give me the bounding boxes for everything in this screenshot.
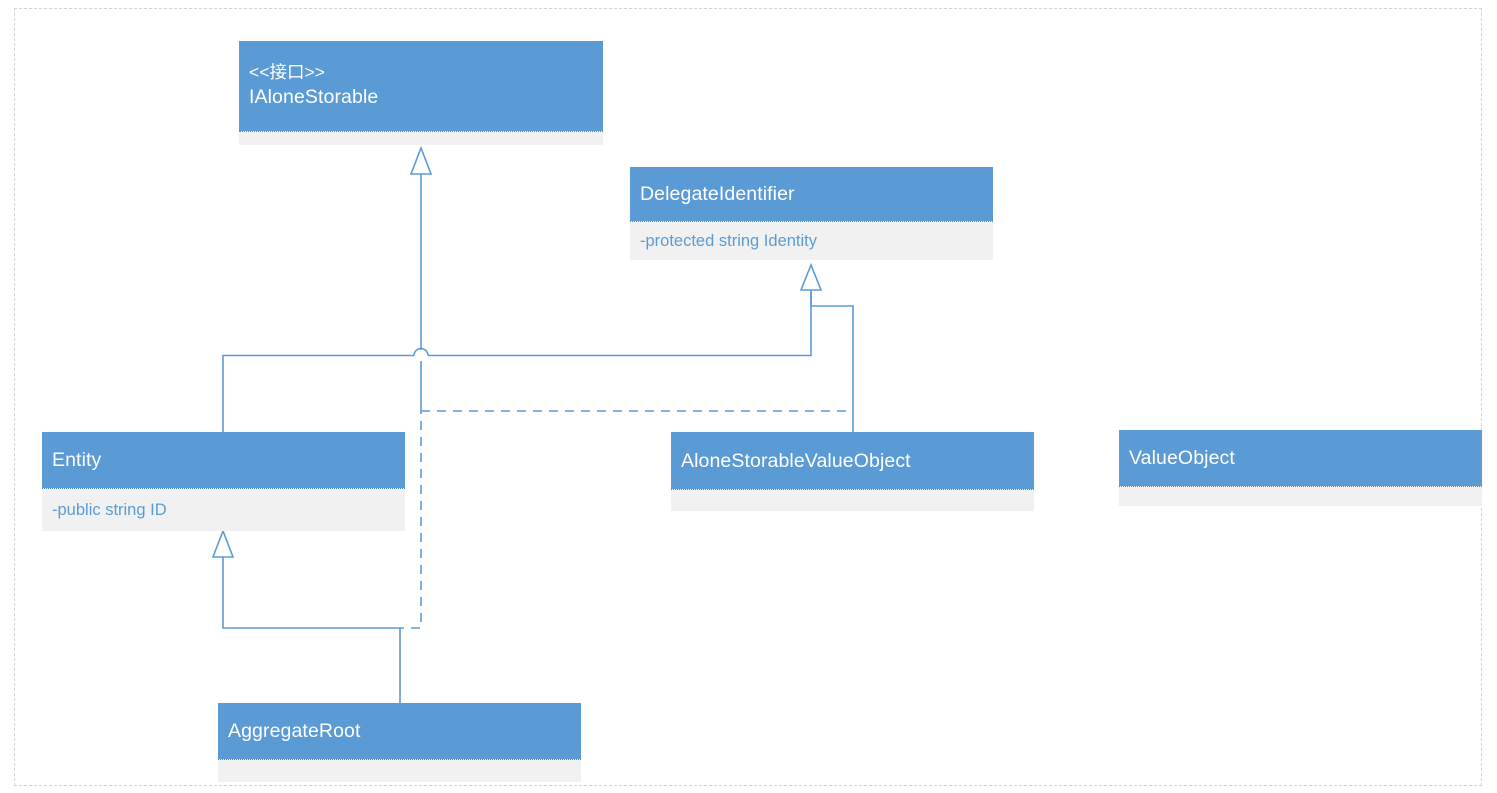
class-header: DelegateIdentifier	[630, 167, 993, 221]
connector-alonestorablevalueobject-to-ialonestorable[interactable]	[428, 292, 812, 357]
class-box-aggregateroot[interactable]: AggregateRoot	[218, 703, 581, 782]
connector-alonestorablevalueobject-to-delegateidentifier[interactable]	[799, 262, 854, 432]
connector-aggregateroot-to-entity[interactable]	[211, 528, 401, 703]
class-attribute: -protected string Identity	[640, 232, 818, 250]
class-box-alonestorablevalueobject[interactable]: AloneStorableValueObject	[671, 432, 1034, 511]
connector-segment	[428, 292, 812, 357]
connector-layer	[211, 145, 854, 703]
class-box-ialonestorable[interactable]: <<接口>> IAloneStorable	[239, 41, 603, 145]
class-box-valueobject[interactable]: ValueObject	[1119, 430, 1482, 506]
class-name: IAloneStorable	[249, 86, 379, 108]
class-name: AloneStorableValueObject	[681, 449, 911, 472]
class-header: Entity	[42, 432, 405, 488]
connector-segment	[222, 555, 401, 703]
connector-entity-to-ialonestorable[interactable]	[409, 145, 433, 405]
connector-entity-branch[interactable]	[222, 354, 414, 433]
connector-segment	[810, 285, 854, 432]
class-header: AggregateRoot	[218, 703, 581, 759]
class-attributes-compartment: -public string ID	[42, 488, 405, 531]
line-hop-arc	[413, 347, 429, 356]
hollow-triangle-arrowhead	[799, 262, 823, 291]
diagram-canvas: <<接口>> IAloneStorable DelegateIdentifier…	[0, 0, 1497, 793]
class-stereotype: <<接口>>	[249, 62, 325, 82]
class-box-entity[interactable]: Entity -public string ID	[42, 432, 405, 531]
class-header: <<接口>> IAloneStorable	[239, 41, 603, 131]
class-attributes-compartment	[239, 131, 603, 145]
class-name: DelegateIdentifier	[640, 183, 795, 205]
class-name: AggregateRoot	[228, 720, 361, 742]
class-attributes-compartment	[218, 759, 581, 782]
class-attributes-compartment	[671, 489, 1034, 511]
class-header: AloneStorableValueObject	[671, 432, 1034, 489]
class-attributes-compartment: -protected string Identity	[630, 221, 993, 260]
hollow-triangle-arrowhead	[211, 528, 235, 558]
class-header: ValueObject	[1119, 430, 1482, 486]
class-name: Entity	[52, 449, 102, 471]
hollow-triangle-arrowhead	[409, 145, 433, 175]
class-attributes-compartment	[1119, 486, 1482, 506]
connector-segment	[222, 354, 414, 432]
class-name: ValueObject	[1129, 447, 1235, 469]
class-box-delegateidentifier[interactable]: DelegateIdentifier -protected string Ide…	[630, 167, 993, 260]
class-attribute: -public string ID	[52, 501, 167, 519]
